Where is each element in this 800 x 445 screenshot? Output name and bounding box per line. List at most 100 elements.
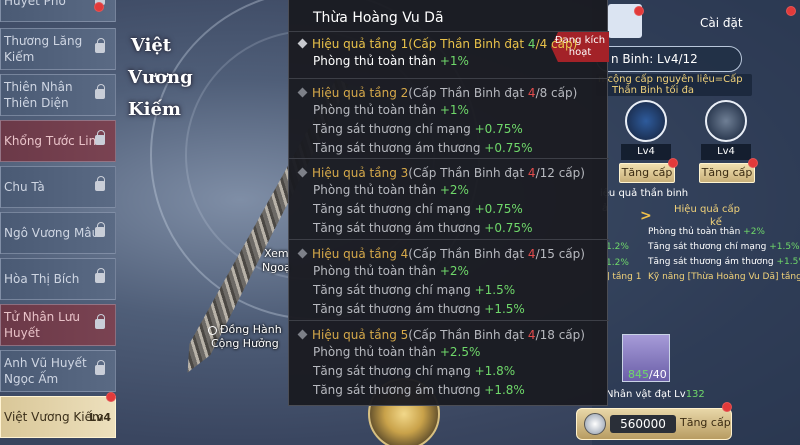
tier-req: (Cấp Thần Binh đạt [408,37,528,51]
divider [289,239,609,240]
diamond-bullet-icon [297,38,308,49]
weapon-effect-header: iệu quả thần binh [600,188,689,199]
effect-text: Phòng thủ toàn thân [313,103,440,117]
effect-value: +1.8% [474,364,516,378]
lock-icon [95,268,105,283]
sidebar-item-label: Hòa Thị Bích [4,272,80,286]
lock-icon [95,38,105,53]
tier-req-current: 4 [527,328,536,342]
lock-icon [95,84,105,99]
diamond-bullet-icon [297,167,308,178]
sidebar-item-label: Thiên Nhân Thiên Diện [4,80,73,110]
current-effect-value: ] tầng 1 [606,272,641,282]
sidebar-item[interactable]: Anh Vũ Huyết Ngọc Ấm [0,350,116,392]
effect-text: Tăng sát thương ám thương [313,302,485,316]
effect-text: Tăng sát thương chí mạng [313,364,475,378]
req-text: Nhân vật đạt Lv [606,389,686,400]
tier-effect: Phòng thủ toàn thân +2% [299,181,599,200]
divider [289,158,609,159]
current-effect-value: 1.2% [606,242,629,252]
divider [289,78,609,79]
next-title-1: Hiệu quả cấp [674,204,740,215]
requirement-label: Nhân vật đạt Lv132 [606,389,705,400]
title-char-3: Kiếm [128,99,181,120]
tier-effect: Tăng sát thương ám thương +0.75% [299,139,599,158]
notification-dot [748,158,758,168]
effect-text: Phòng thủ toàn thân [313,345,440,359]
cur-val-1: 1.2% [606,242,629,252]
notification-dot [94,2,104,12]
tier-effect: Tăng sát thương chí mạng +1.8% [299,362,599,381]
diamond-bullet-icon [297,329,308,340]
sidebar-item-active[interactable]: Việt Vương Kiếm Lv4 [0,396,116,438]
settings-button[interactable]: Cài đặt [700,16,743,30]
sidebar-item[interactable]: Hòa Thị Bích [0,258,116,300]
companion-label-1: Đồng Hành [220,323,282,336]
tier-effect: Phòng thủ toàn thân +1% [299,52,599,71]
sidebar-item[interactable]: Chu Tà [0,166,116,208]
sidebar-item[interactable]: Thương Lăng Kiếm [0,28,116,70]
upgrade-skill-button[interactable]: Tăng cấp [699,163,755,183]
tier-req-current: 4 [527,166,536,180]
tier-name: Hiệu quả tầng 5 [312,328,409,342]
tier-5: Hiệu quả tầng 5(Cấp Thần Binh đạt 4/18 c… [297,327,599,400]
sidebar-item-level: Lv4 [89,411,111,424]
material-need: /40 [649,368,667,381]
tier-1: Hiệu quả tầng 1(Cấp Thần Binh đạt 4/4 cấ… [297,36,599,71]
tier-3: Hiệu quả tầng 3(Cấp Thần Binh đạt 4/12 c… [297,165,599,238]
cur-val-3: ] tầng 1 [606,272,642,282]
tier-req-max: /8 cấp) [535,86,578,100]
tier-req: (Cấp Thần Binh đạt [408,247,528,261]
upgrade-skill-button[interactable]: Tăng cấp [619,163,675,183]
tier-effect: Tăng sát thương chí mạng +1.5% [299,281,599,300]
companion-resonance-button[interactable]: Đồng Hành Cộng Hưởng [208,323,282,351]
notification-dot [668,158,678,168]
sidebar-item-label: Chu Tà [4,180,45,194]
view-label-2: Ngoạ [262,261,291,274]
effect-text: Tăng sát thương ám thương [313,141,485,155]
sidebar-item[interactable]: Ngô Vương Mâu [0,212,116,254]
view-exterior-button[interactable]: Xem Ngoạ [262,247,291,275]
wave-skill-icon[interactable] [625,100,667,142]
effect-text: Tăng sát thương chí mạng [313,202,475,216]
mountain-skill-icon[interactable] [705,100,747,142]
tier-name: Hiệu quả tầng 1 [312,37,409,51]
tier-name: Hiệu quả tầng 3 [312,166,409,180]
effect-value: +0.75% [474,202,523,216]
sidebar-item[interactable]: Khổng Tước Linh [0,120,116,162]
effect-value: +2% [439,264,469,278]
sidebar-item-label: Huyết Phó [4,0,66,8]
diamond-bullet-icon [297,248,308,259]
sidebar-item[interactable]: Thiên Nhân Thiên Diện [0,74,116,116]
next-eff-val: +1.5% [769,242,800,252]
tier-effect: Tăng sát thương ám thương +1.5% [299,300,599,319]
title-char-1: Việt [130,35,172,56]
sidebar-item[interactable]: Tử Nhân Lưu Huyết [0,304,116,346]
next-effect-title: Hiệu quả cấp kế [674,203,740,229]
next-eff-text: Tăng sát thương ám thương [648,257,777,267]
tier-heading: Hiệu quả tầng 2(Cấp Thần Binh đạt 4/8 cấ… [297,85,599,101]
effect-value: +1.5% [474,283,516,297]
skill-level: Lv4 [701,144,751,160]
req-level: 132 [685,389,705,400]
current-effect-value: 1.2% [606,258,629,268]
tier-req: (Cấp Thần Binh đạt [408,166,528,180]
tier-req-max: /18 cấp) [535,328,585,342]
tier-effect: Phòng thủ toàn thân +2.5% [299,343,599,362]
effect-value: +0.75% [474,122,523,136]
material-count: 845/40 [628,368,667,381]
note-line-2: Thần Binh tối đa [612,85,695,96]
tier-2: Hiệu quả tầng 2(Cấp Thần Binh đạt 4/8 cấ… [297,85,599,158]
link-icon [208,325,217,335]
tier-req-max: /15 cấp) [535,247,585,261]
weapon-sidebar: Huyết Phó Thương Lăng Kiếm Thiên Nhân Th… [0,0,118,445]
tier-heading: Hiệu quả tầng 1(Cấp Thần Binh đạt 4/4 cấ… [297,36,599,52]
effect-value: +2.5% [439,345,481,359]
title-char-2: Vương [128,67,193,88]
tier-effect: Tăng sát thương chí mạng +0.75% [299,120,599,139]
sidebar-item-label: Khổng Tước Linh [4,134,104,148]
effect-value: +1% [439,54,469,68]
tier-name: Hiệu quả tầng 4 [312,247,409,261]
skill-level: Lv4 [621,144,671,160]
next-eff-val: +2% [743,227,765,237]
